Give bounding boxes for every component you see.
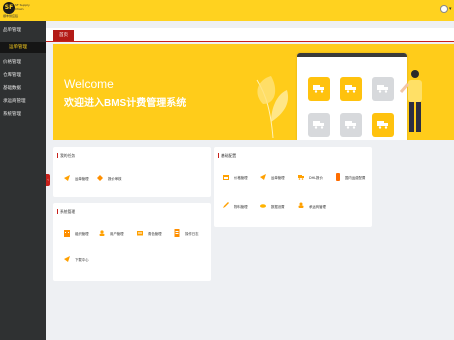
sidebar-item-carrier[interactable]: 承运商管理 xyxy=(0,97,46,107)
leaf-illustration xyxy=(256,76,289,139)
panel-title: 基础配置 xyxy=(217,153,237,158)
group-icon xyxy=(298,202,304,208)
dashboard-illustration xyxy=(297,53,407,140)
system-link[interactable]: 角色管理 xyxy=(148,231,162,236)
person-illustration xyxy=(399,70,422,132)
sidebar-item-order[interactable]: 品单管理 xyxy=(0,26,46,36)
send-icon xyxy=(260,174,266,180)
config-link[interactable]: 数据设置 xyxy=(271,204,285,209)
doc-icon xyxy=(174,229,180,237)
user-icon xyxy=(99,230,105,236)
config-link[interactable]: 承运商管理 xyxy=(309,204,326,209)
diamond-icon xyxy=(97,175,103,181)
top-bar: SF SF Supply Chain 顺丰供应链 ▾ xyxy=(0,0,454,21)
system-link[interactable]: 用户管理 xyxy=(110,231,124,236)
card-icon xyxy=(137,231,143,236)
config-link[interactable]: 国内运费配置 xyxy=(345,175,365,180)
system-panel: 系统管理 组织管理 用户管理 角色管理 操作日志 下载中心 xyxy=(53,203,211,281)
logo-text: SF Supply Chain xyxy=(15,3,30,11)
pen-icon xyxy=(223,202,229,208)
truck-icon xyxy=(308,77,330,101)
calendar-icon xyxy=(223,175,229,180)
phone-icon xyxy=(336,173,340,181)
system-link[interactable]: 操作日志 xyxy=(185,231,199,236)
user-avatar[interactable] xyxy=(440,5,448,13)
config-link[interactable]: 物料管理 xyxy=(234,204,248,209)
logo-subtitle: 顺丰供应链 xyxy=(3,14,19,18)
sidebar: 品单管理 运单管理 价格管理 仓库管理 基础数据 承运商管理 系统管理 xyxy=(0,21,46,340)
logo: SF xyxy=(3,2,15,14)
system-link[interactable]: 下载中心 xyxy=(75,257,89,262)
basic-config-panel: 基础配置 价格管理 运单管理 DHL报价 国内运费配置 物料管理 数据设置 承运… xyxy=(214,147,372,227)
send-icon xyxy=(64,175,70,181)
cloud-icon xyxy=(260,204,266,208)
welcome-banner: Welcome 欢迎进入BMS计费管理系统 xyxy=(53,44,454,140)
shortcuts-panel: 我的任务 运单管理 报价审核 xyxy=(53,147,211,197)
panel-title: 系统管理 xyxy=(56,209,76,214)
banner-title: Welcome xyxy=(64,77,114,91)
truck-icon xyxy=(340,113,362,137)
banner-subtitle: 欢迎进入BMS计费管理系统 xyxy=(64,98,187,109)
collapse-sidebar-button[interactable]: ‹ xyxy=(46,174,50,186)
tab-home[interactable]: 首页 xyxy=(53,30,74,41)
sidebar-item-waybill[interactable]: 运单管理 xyxy=(0,42,46,53)
panel-title: 我的任务 xyxy=(56,153,76,158)
send-icon xyxy=(64,256,70,262)
shortcut-link[interactable]: 运单管理 xyxy=(75,176,89,181)
sidebar-item-price[interactable]: 价格管理 xyxy=(0,58,46,68)
sidebar-item-basic-data[interactable]: 基础数据 xyxy=(0,84,46,94)
truck-icon xyxy=(308,113,330,137)
config-link[interactable]: DHL报价 xyxy=(309,175,323,180)
building-icon xyxy=(64,230,70,237)
sidebar-item-system[interactable]: 系统管理 xyxy=(0,110,46,120)
truck-icon xyxy=(372,113,394,137)
shortcut-link[interactable]: 报价审核 xyxy=(108,176,122,181)
system-link[interactable]: 组织管理 xyxy=(75,231,89,236)
config-link[interactable]: 运单管理 xyxy=(271,175,285,180)
tab-bar xyxy=(46,28,454,42)
truck-icon xyxy=(372,77,394,101)
truck-icon xyxy=(340,77,362,101)
chevron-down-icon[interactable]: ▾ xyxy=(449,6,452,12)
truck-icon xyxy=(298,175,304,180)
config-link[interactable]: 价格管理 xyxy=(234,175,248,180)
sidebar-item-warehouse[interactable]: 仓库管理 xyxy=(0,71,46,81)
